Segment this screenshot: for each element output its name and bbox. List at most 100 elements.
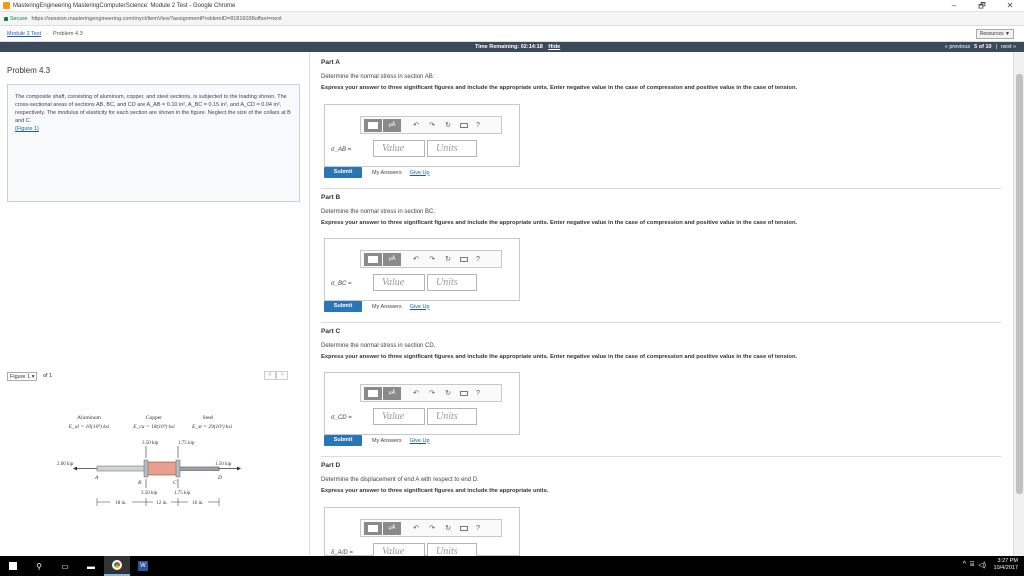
close-button[interactable]: ✕: [996, 0, 1024, 12]
part-b-my-answers-link[interactable]: My Answers: [372, 304, 402, 310]
main-scrollbar[interactable]: [1013, 52, 1024, 556]
part-a-toolbar: μÅ ↶ ↷ ↻ ?: [360, 116, 502, 134]
part-b-value-input[interactable]: Value: [373, 274, 425, 291]
tray-chevron-icon[interactable]: ^: [963, 561, 966, 569]
part-c-question: Determine the normal stress in section C…: [321, 343, 436, 349]
part-a-title: Part A: [321, 59, 340, 66]
templates-button[interactable]: [364, 521, 382, 535]
task-view-icon[interactable]: ▭: [52, 556, 78, 576]
part-c-units-input[interactable]: Units: [427, 408, 477, 425]
part-divider: [321, 188, 1001, 189]
load-c-bot-label: 1.75 kip: [174, 491, 191, 496]
reset-icon[interactable]: ↻: [440, 255, 456, 263]
breadcrumb-module-link[interactable]: Module 2 Test: [7, 31, 41, 37]
units-symbols-button[interactable]: μÅ: [383, 521, 401, 535]
templates-button[interactable]: [364, 118, 382, 132]
units-symbols-button[interactable]: μÅ: [383, 252, 401, 266]
part-b-submit-button[interactable]: Submit: [324, 301, 362, 312]
e-al-label: E_al = 10(10³) ksi: [68, 423, 110, 430]
undo-icon[interactable]: ↶: [408, 524, 424, 532]
part-a-units-input[interactable]: Units: [427, 140, 477, 157]
part-d-answer-box: μÅ ↶ ↷ ↻ ? δ_A/D = Value Units: [324, 507, 520, 560]
templates-button[interactable]: [364, 386, 382, 400]
keyboard-icon[interactable]: [460, 122, 468, 128]
templates-icon: [368, 389, 378, 397]
redo-icon[interactable]: ↷: [424, 121, 440, 129]
part-a-value-input[interactable]: Value: [373, 140, 425, 157]
figure-link[interactable]: (Figure 1): [15, 126, 39, 132]
secure-indicator[interactable]: Secure: [4, 16, 27, 22]
units-symbols-button[interactable]: μÅ: [383, 386, 401, 400]
url-text[interactable]: https://session.masteringengineering.com…: [31, 16, 281, 22]
reset-icon[interactable]: ↻: [440, 121, 456, 129]
start-button[interactable]: [0, 556, 26, 576]
part-divider: [321, 456, 1001, 457]
problem-statement-box: The composite shaft, consisting of alumi…: [7, 84, 300, 202]
clock-date: 10/4/2017: [993, 565, 1018, 571]
part-c-give-up-link[interactable]: Give Up: [410, 438, 430, 444]
previous-link[interactable]: « previous: [945, 44, 970, 50]
templates-button[interactable]: [364, 252, 382, 266]
clock[interactable]: 3:27 PM 10/4/2017: [994, 558, 1018, 572]
resources-dropdown[interactable]: Resources ▼: [975, 29, 1014, 39]
network-icon[interactable]: ⌸: [970, 561, 974, 569]
help-icon[interactable]: ?: [476, 525, 480, 532]
help-icon[interactable]: ?: [476, 256, 480, 263]
dim-cd-label: 16 in.: [192, 501, 203, 506]
undo-icon[interactable]: ↶: [408, 255, 424, 263]
part-c-my-answers-link[interactable]: My Answers: [372, 438, 402, 444]
windows-taskbar: ⚲ ▭ ▬ W ^ ⌸ ◁) 3:27 PM 10/4/2017: [0, 556, 1024, 576]
next-link[interactable]: next »: [1001, 44, 1016, 50]
reset-icon[interactable]: ↻: [440, 389, 456, 397]
undo-icon[interactable]: ↶: [408, 389, 424, 397]
file-explorer-icon[interactable]: ▬: [78, 556, 104, 576]
breadcrumb-separator: ›: [46, 30, 48, 37]
part-divider: [321, 322, 1001, 323]
figure-next-button[interactable]: >: [276, 371, 288, 380]
figure-select[interactable]: Figure 1 ▾: [7, 371, 37, 381]
part-b-units-input[interactable]: Units: [427, 274, 477, 291]
part-d-toolbar: μÅ ↶ ↷ ↻ ?: [360, 519, 502, 537]
redo-icon[interactable]: ↷: [424, 389, 440, 397]
scrollbar-thumb[interactable]: [1016, 74, 1023, 494]
units-symbols-button[interactable]: μÅ: [383, 118, 401, 132]
redo-icon[interactable]: ↷: [424, 524, 440, 532]
part-b-variable: σ_BC =: [331, 281, 352, 287]
volume-icon[interactable]: ◁): [978, 561, 986, 569]
keyboard-icon[interactable]: [460, 256, 468, 262]
keyboard-icon[interactable]: [460, 390, 468, 396]
hide-timer-link[interactable]: Hide: [548, 44, 560, 50]
keyboard-icon[interactable]: [460, 525, 468, 531]
problem-title: Problem 4.3: [7, 66, 51, 75]
word-taskbar-button[interactable]: W: [130, 556, 156, 576]
part-c-variable: σ_CD =: [331, 415, 352, 421]
problem-pager: « previous 5 of 10 | next »: [945, 44, 1016, 50]
help-icon[interactable]: ?: [476, 122, 480, 129]
part-c-value-input[interactable]: Value: [373, 408, 425, 425]
minimize-button[interactable]: –: [940, 0, 968, 12]
point-b-label: B: [138, 480, 142, 486]
reset-icon[interactable]: ↻: [440, 524, 456, 532]
help-icon[interactable]: ?: [476, 390, 480, 397]
part-a-submit-button[interactable]: Submit: [324, 167, 362, 178]
system-tray: ^ ⌸ ◁): [963, 561, 986, 569]
figure-prev-button[interactable]: <: [264, 371, 276, 380]
load-right-label: 1.50 kip: [215, 462, 232, 467]
part-c-submit-button[interactable]: Submit: [324, 435, 362, 446]
part-a-give-up-link[interactable]: Give Up: [410, 170, 430, 176]
part-b: Part B Determine the normal stress in se…: [321, 194, 1001, 226]
figure-toolbar: Figure 1 ▾ of 1 < >: [7, 370, 300, 382]
e-cu-label: E_cu = 18(10³) ksi: [132, 423, 175, 430]
part-a-variable: σ_AB =: [331, 147, 352, 153]
redo-icon[interactable]: ↷: [424, 255, 440, 263]
load-left-label: 2.00 kip: [57, 462, 74, 467]
search-icon[interactable]: ⚲: [26, 556, 52, 576]
undo-icon[interactable]: ↶: [408, 121, 424, 129]
part-b-give-up-link[interactable]: Give Up: [410, 304, 430, 310]
chrome-taskbar-button[interactable]: [104, 556, 130, 576]
time-remaining: Time Remaining: 02:14:18 Hide: [475, 44, 560, 50]
part-a-my-answers-link[interactable]: My Answers: [372, 170, 402, 176]
restore-button[interactable]: 🗗: [968, 0, 996, 12]
problem-panel: Problem 4.3 The composite shaft, consist…: [0, 52, 310, 556]
address-bar[interactable]: Secure https://session.masteringengineer…: [0, 12, 1024, 26]
